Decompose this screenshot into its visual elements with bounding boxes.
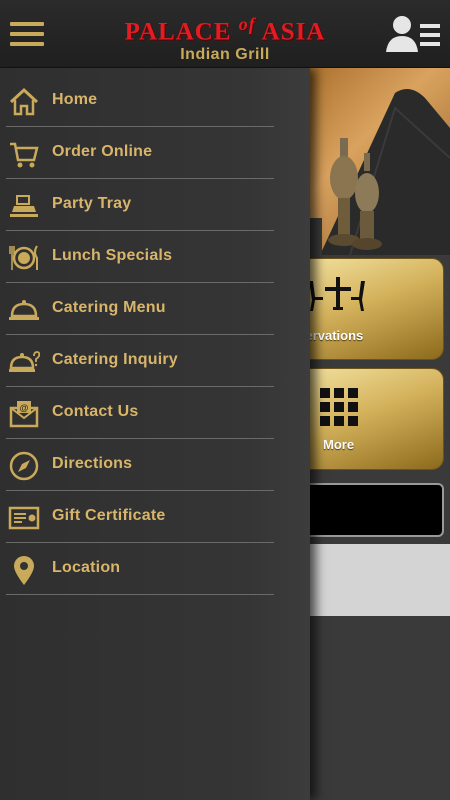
logo-subtitle: Indian Grill — [180, 46, 270, 64]
menu-item-label: Order Online — [52, 143, 153, 160]
more-label: More — [323, 437, 355, 452]
map-pin-icon — [14, 556, 34, 585]
compass-icon — [9, 451, 39, 481]
grid-icon — [320, 388, 358, 426]
cloche-question-icon — [9, 351, 40, 372]
menu-item-contact-us[interactable]: @ Contact Us — [6, 388, 274, 439]
reservations-tile[interactable]: eservations — [290, 258, 444, 360]
menu-item-home[interactable]: Home — [6, 76, 274, 127]
menu-item-order-online[interactable]: Order Online — [6, 128, 274, 179]
menu-item-label: Location — [52, 559, 121, 576]
hero-image — [300, 68, 450, 255]
plate-cutlery-icon — [9, 245, 38, 270]
home-icon — [9, 87, 39, 116]
menu-item-gift-certificate[interactable]: Gift Certificate — [6, 492, 274, 543]
app-header: PALACE of ASIA Indian Grill — [0, 0, 450, 68]
menu-item-catering-menu[interactable]: Catering Menu — [6, 284, 274, 335]
reservations-label: eservations — [291, 328, 364, 343]
certificate-icon — [8, 506, 40, 530]
menu-item-label: Home — [52, 91, 98, 108]
menu-item-label: Party Tray — [52, 195, 132, 212]
menu-item-lunch-specials[interactable]: Lunch Specials — [6, 232, 274, 283]
tray-icon — [10, 195, 38, 217]
menu-item-label: Contact Us — [52, 403, 139, 420]
navigation-drawer: Home Order Online Party Tray Lunch Speci… — [0, 68, 310, 800]
content-strip — [300, 544, 450, 616]
more-tile[interactable]: More — [290, 368, 444, 470]
menu-item-label: Catering Menu — [52, 299, 166, 316]
menu-item-label: Lunch Specials — [52, 247, 173, 264]
cart-icon — [10, 142, 39, 168]
table-chairs-icon — [309, 277, 365, 311]
cloche-icon — [9, 300, 39, 320]
logo-title: PALACE of ASIA — [124, 14, 326, 46]
menu-item-label: Gift Certificate — [52, 507, 166, 524]
restaurant-logo: PALACE of ASIA Indian Grill — [100, 10, 350, 63]
menu-item-label: Directions — [52, 455, 133, 472]
menu-item-party-tray[interactable]: Party Tray — [6, 180, 274, 231]
menu-item-catering-inquiry[interactable]: Catering Inquiry — [6, 336, 274, 387]
hamburger-icon[interactable] — [10, 22, 46, 48]
menu-item-directions[interactable]: Directions — [6, 440, 274, 491]
menu-item-label: Catering Inquiry — [52, 351, 178, 368]
hero-pottery-illustration — [300, 89, 450, 255]
menu-item-location[interactable]: Location — [6, 544, 274, 595]
content-box — [290, 483, 444, 537]
svg-text:@: @ — [20, 403, 29, 413]
user-list-icon[interactable] — [386, 14, 442, 54]
envelope-icon: @ — [9, 401, 39, 428]
